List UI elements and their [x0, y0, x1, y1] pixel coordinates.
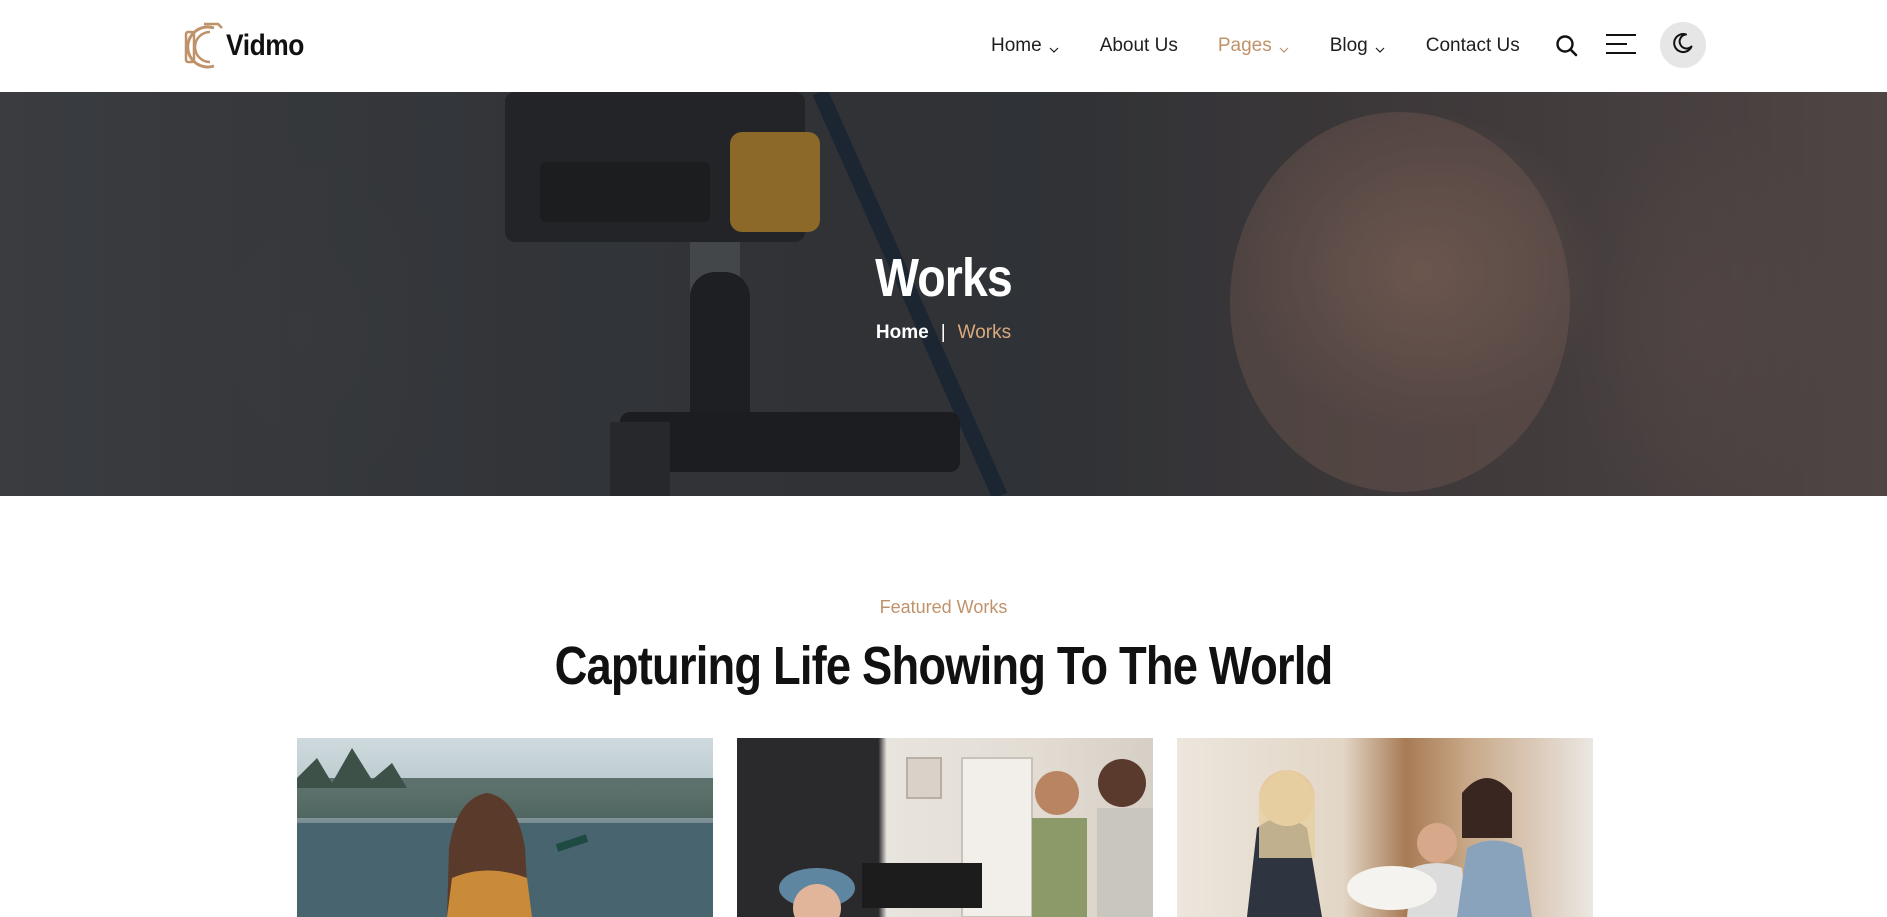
- breadcrumb: Home | Works: [0, 322, 1887, 344]
- section-subtitle: Featured Works: [879, 597, 1008, 617]
- logo-text: Vidmo: [226, 29, 305, 62]
- main-nav: Home About Us Pages Blog Contact Us: [991, 0, 1520, 92]
- nav-item-label: Pages: [1217, 35, 1272, 56]
- hamburger-menu-icon[interactable]: [1605, 32, 1637, 56]
- site-header: Vidmo Home About Us Pages Blog Contact U…: [0, 0, 1887, 92]
- nav-item-about[interactable]: About Us: [1100, 35, 1178, 57]
- chevron-down-icon: [1374, 40, 1386, 53]
- work-card[interactable]: [737, 738, 1153, 917]
- nav-item-contact[interactable]: Contact Us: [1426, 35, 1520, 57]
- work-card[interactable]: [1177, 738, 1593, 917]
- nav-item-pages[interactable]: Pages: [1218, 35, 1290, 57]
- chevron-down-icon: [1278, 40, 1290, 53]
- camera-logo-icon: [184, 18, 224, 74]
- nav-item-blog[interactable]: Blog: [1330, 35, 1386, 57]
- nav-item-home[interactable]: Home: [991, 35, 1060, 57]
- nav-item-label: Contact Us: [1425, 35, 1520, 56]
- moon-icon: [1672, 32, 1694, 59]
- breadcrumb-home-link[interactable]: Home: [876, 322, 929, 344]
- section-title: Capturing Life Showing To The World: [554, 636, 1334, 696]
- work-image-friends: [1247, 770, 1532, 917]
- work-image-lake: [297, 748, 713, 917]
- dark-mode-toggle[interactable]: [1660, 22, 1706, 68]
- nav-item-label: About Us: [1099, 35, 1178, 56]
- nav-item-label: Home: [991, 35, 1042, 56]
- search-icon[interactable]: [1554, 33, 1580, 59]
- chevron-down-icon: [1048, 40, 1060, 53]
- breadcrumb-separator: |: [940, 322, 946, 343]
- nav-item-label: Blog: [1329, 35, 1368, 56]
- breadcrumb-current: Works: [957, 322, 1012, 343]
- work-image-studio: [779, 757, 1153, 917]
- logo[interactable]: Vidmo: [184, 18, 315, 74]
- page-hero: Works Home | Works: [0, 92, 1887, 496]
- work-card[interactable]: [297, 738, 713, 917]
- page-title: Works: [875, 248, 1013, 308]
